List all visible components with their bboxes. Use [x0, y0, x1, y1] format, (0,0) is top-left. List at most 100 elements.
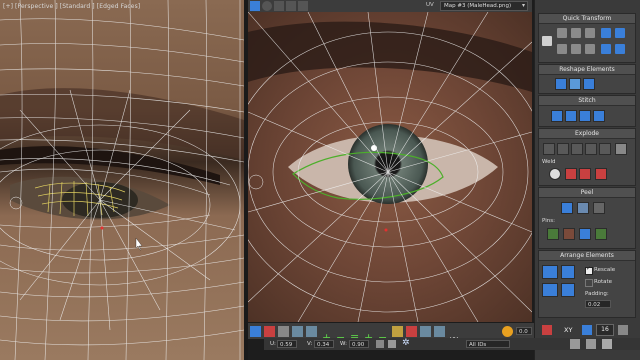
lock-icon[interactable] — [376, 340, 384, 348]
u-field[interactable]: 0.59 — [277, 340, 297, 348]
weld-target-icon[interactable] — [549, 168, 561, 180]
select-vertex-icon[interactable] — [250, 326, 261, 337]
pack-recursive-icon[interactable] — [561, 283, 575, 297]
ring-plus-icon[interactable]: + — [364, 326, 375, 343]
perspective-render — [0, 0, 244, 360]
rotate-ccw-icon[interactable] — [601, 28, 611, 38]
move-icon[interactable] — [250, 1, 260, 11]
explode-header[interactable]: Explode — [539, 129, 635, 139]
select-element-icon[interactable] — [292, 326, 303, 337]
rotate-icon[interactable] — [262, 1, 272, 11]
quick-transform-rollout: Quick Transform — [538, 13, 636, 63]
auto-pin-icon[interactable] — [579, 228, 591, 240]
flatten-icon[interactable] — [585, 143, 597, 155]
loop-icon[interactable]: ≡ — [350, 326, 361, 343]
space-icon[interactable] — [585, 44, 595, 54]
ring-minus-icon[interactable]: − — [378, 326, 389, 343]
straighten-selection-icon[interactable] — [555, 78, 567, 90]
map-dropdown[interactable]: Map #3 (MaleHead.png) ▾ — [440, 1, 528, 11]
select-edge-icon[interactable] — [264, 326, 275, 337]
perspective-viewport[interactable]: [+] [Perspective ] [Standard ] [Edged Fa… — [0, 0, 244, 360]
flatten-by-polygon-icon[interactable] — [543, 143, 555, 155]
quick-transform-header[interactable]: Quick Transform — [539, 14, 635, 24]
viewport-label[interactable]: [+] [Perspective ] [Standard ] [Edged Fa… — [3, 3, 140, 10]
rotate-label: Rotate — [594, 279, 613, 285]
weld-selected-icon[interactable] — [565, 168, 577, 180]
check-icon: ✓ — [586, 265, 592, 272]
arrange-elements-header[interactable]: Arrange Elements — [539, 251, 635, 261]
relax-icon[interactable] — [615, 44, 625, 54]
stitch-custom-icon[interactable] — [551, 110, 563, 122]
pack-custom-icon[interactable] — [542, 283, 558, 297]
stitch-target-icon[interactable] — [593, 110, 605, 122]
break-edge-icon[interactable] — [595, 168, 607, 180]
reshape-elements-header[interactable]: Reshape Elements — [539, 65, 635, 75]
align-top-icon[interactable] — [571, 28, 581, 38]
mirror-axis-icon[interactable] — [542, 325, 552, 335]
stitch-header[interactable]: Stitch — [539, 96, 635, 106]
rotate-checkbox[interactable] — [585, 279, 593, 287]
reset-peel-icon[interactable] — [593, 202, 605, 214]
straighten-icon[interactable] — [601, 44, 611, 54]
peel-mode-icon[interactable] — [577, 202, 589, 214]
pack-together-icon[interactable] — [561, 265, 575, 279]
relax-icon-2[interactable] — [583, 78, 595, 90]
peel-rollout: Peel Pins: — [538, 187, 636, 249]
set-pivot-icon[interactable] — [542, 36, 552, 46]
unwrap-command-panel: Quick Transform Reshape Elements Stitch … — [534, 0, 640, 360]
snowflake-icon[interactable]: ✲ — [402, 339, 410, 348]
offset-field[interactable]: 0.0 — [516, 327, 532, 335]
w-field[interactable]: 0.90 — [349, 340, 369, 348]
align-vertical-icon[interactable] — [571, 44, 581, 54]
v-label: V: — [307, 341, 313, 347]
select-overlap-icon[interactable] — [434, 326, 445, 337]
relax-until-flat-icon[interactable] — [569, 78, 581, 90]
hand-icon[interactable] — [388, 340, 396, 348]
options-icon[interactable] — [618, 325, 628, 335]
mirror-icon[interactable] — [298, 1, 308, 11]
zoom-icon[interactable] — [570, 339, 580, 349]
v-field[interactable]: 0.34 — [314, 340, 334, 348]
pan-icon[interactable] — [586, 339, 596, 349]
flatten-by-material-icon[interactable] — [571, 143, 583, 155]
stitch-rollout: Stitch — [538, 95, 636, 127]
xy-toggle[interactable]: XY — [564, 326, 572, 334]
uv-editor-viewport[interactable] — [248, 12, 532, 322]
arrange-elements-rollout: Arrange Elements ✓ Rescale Rotate Paddin… — [538, 250, 636, 318]
expand-plus-icon[interactable]: + — [322, 326, 333, 343]
select-face-icon[interactable] — [278, 326, 289, 337]
scale-icon[interactable] — [274, 1, 284, 11]
align-right-icon[interactable] — [585, 28, 595, 38]
rescale-checkbox[interactable]: ✓ — [585, 265, 593, 275]
padding-spinner[interactable]: 0.02 — [585, 300, 611, 308]
paint-select-icon[interactable] — [392, 326, 403, 337]
pin-selected-icon[interactable] — [547, 228, 559, 240]
quick-peel-icon[interactable] — [561, 202, 573, 214]
falloff-sun-icon[interactable] — [502, 326, 513, 337]
grid-size-field[interactable]: 16 — [596, 324, 614, 336]
freeform-icon[interactable] — [286, 1, 296, 11]
pack-normalize-icon[interactable] — [542, 265, 558, 279]
shrink-minus-icon[interactable]: − — [336, 326, 347, 343]
select-pins-icon[interactable] — [595, 228, 607, 240]
select-by-id-icon[interactable] — [420, 326, 431, 337]
align-horizontal-icon[interactable] — [557, 44, 567, 54]
align-left-icon[interactable] — [557, 28, 567, 38]
unpin-selected-icon[interactable] — [563, 228, 575, 240]
uv-texture-render — [248, 12, 532, 322]
uv-channel-label[interactable]: UV — [426, 2, 434, 8]
grid-snap-icon[interactable] — [582, 325, 592, 335]
flatten-by-smoothing-icon[interactable] — [557, 143, 569, 155]
rotate-cw-icon[interactable] — [615, 28, 625, 38]
break-icon[interactable] — [599, 143, 611, 155]
stitch-average-icon[interactable] — [579, 110, 591, 122]
point-to-point-icon[interactable] — [406, 326, 417, 337]
filter-dropdown[interactable]: All IDs — [466, 340, 510, 348]
grow-selection-icon[interactable] — [306, 326, 317, 337]
weld-threshold-icon[interactable] — [579, 168, 591, 180]
settings-icon[interactable] — [615, 143, 627, 155]
peel-header[interactable]: Peel — [539, 188, 635, 198]
zoom-extents-icon[interactable] — [602, 339, 612, 349]
soft-select-icon[interactable]: 〰 — [450, 326, 461, 343]
stitch-source-icon[interactable] — [565, 110, 577, 122]
